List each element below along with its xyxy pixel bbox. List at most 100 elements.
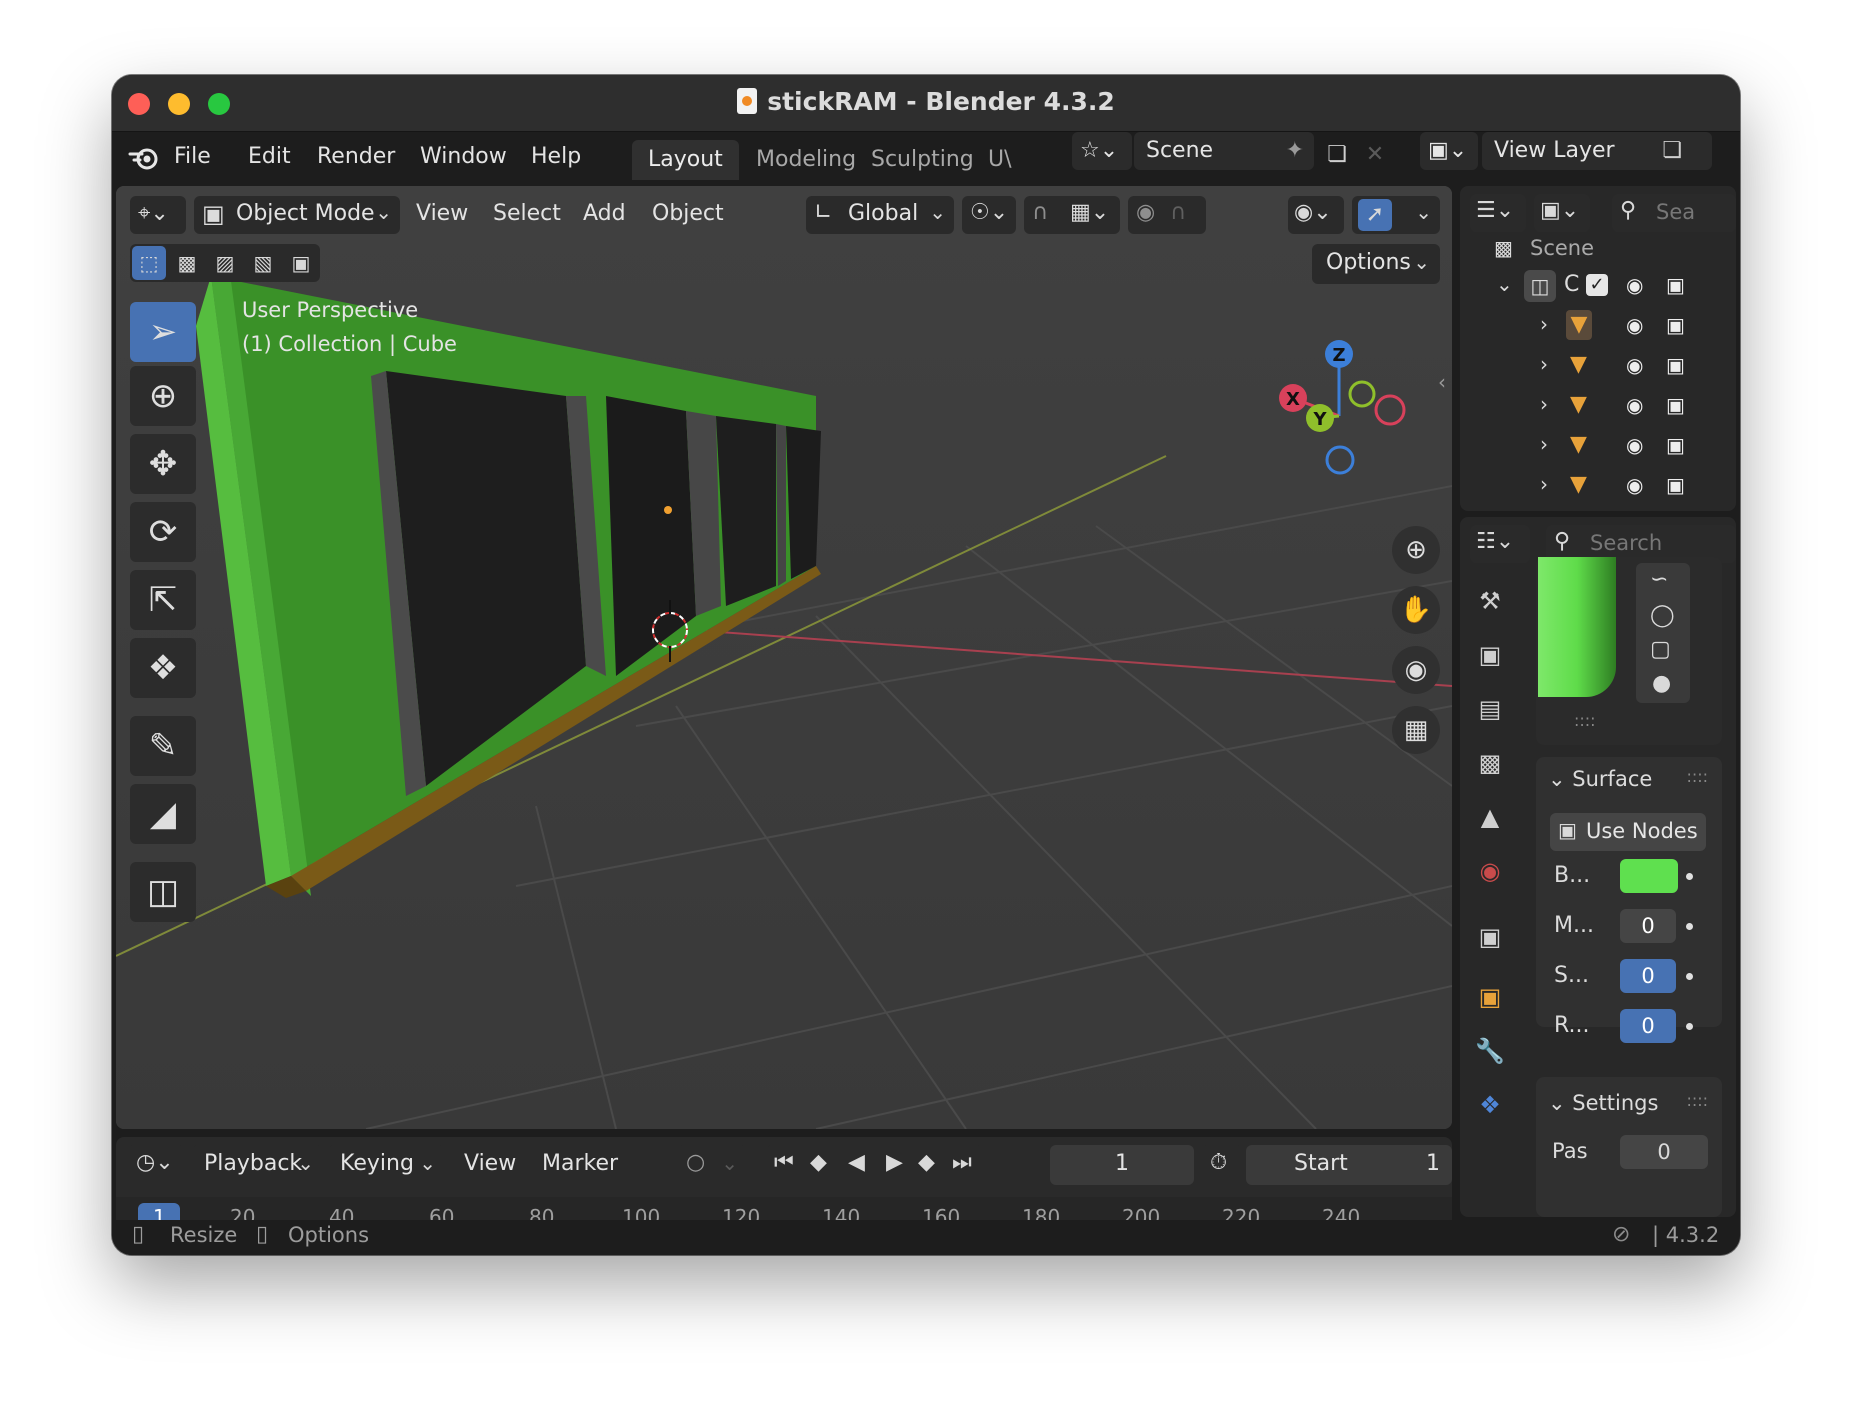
tool-add-cube[interactable]: ◫ [130, 862, 196, 922]
preview-fluid-icon[interactable]: ● [1652, 671, 1671, 696]
sidebar-toggle-icon[interactable]: ‹ [1438, 370, 1446, 394]
toggle-perspective-button[interactable]: ▦ [1392, 706, 1440, 754]
navigation-gizmo[interactable]: Z X Y [1276, 336, 1436, 486]
visibility-dropdown[interactable]: ◉⌄ [1288, 196, 1344, 234]
tool-move[interactable]: ✥ [130, 434, 196, 494]
tool-annotate[interactable]: ✎ [130, 716, 196, 776]
preview-flat-icon[interactable]: ∽ [1650, 567, 1668, 592]
preview-range-button[interactable]: ⏱ [1202, 1145, 1242, 1185]
tool-select-box[interactable]: ➢ [130, 302, 196, 362]
auto-keying-button[interactable]: ○ ⌄ [678, 1145, 746, 1185]
jump-end-icon[interactable]: ⏭ [952, 1150, 972, 1175]
tool-transform[interactable]: ❖ [130, 638, 196, 698]
camera-view-button[interactable]: ◉ [1392, 646, 1440, 694]
eye-icon[interactable]: ◉ [1626, 273, 1643, 297]
viewport-menu-select[interactable]: Select [493, 201, 561, 226]
camera-icon[interactable]: ▣ [1666, 393, 1685, 417]
tab-object[interactable]: ▣ [1470, 977, 1510, 1017]
settings-panel-header[interactable]: ⌄ Settings [1548, 1091, 1658, 1115]
select-invert-icon[interactable]: ▧ [246, 246, 280, 280]
viewport-scene-render[interactable] [116, 186, 1452, 1129]
keying-dropdown[interactable]: Keying ⌄ [328, 1145, 444, 1185]
tab-view-layer[interactable]: ▩ [1470, 743, 1510, 783]
tab-collection[interactable]: ▣ [1470, 917, 1510, 957]
camera-icon[interactable]: ▣ [1666, 313, 1685, 337]
collection-checkbox[interactable]: ✓ [1586, 274, 1608, 296]
display-mode-button[interactable]: ▣⌄ [1534, 194, 1590, 232]
snap-button[interactable]: ∩ ▦⌄ [1024, 196, 1120, 234]
tool-rotate[interactable]: ⟳ [130, 502, 196, 562]
play-reverse-icon[interactable]: ◀ [848, 1150, 865, 1175]
gizmo-dropdown[interactable]: ➚ ⌄ [1352, 196, 1440, 234]
use-nodes-button[interactable]: ▣ Use Nodes [1550, 813, 1706, 851]
timeline-menu-marker[interactable]: Marker [542, 1151, 618, 1176]
proportional-editing-button[interactable]: ◉ ∩ [1128, 196, 1206, 234]
eye-icon[interactable]: ◉ [1626, 393, 1643, 417]
outliner-scene-row[interactable]: ▩ Scene [1460, 234, 1736, 268]
tab-sculpting[interactable]: Sculpting [855, 140, 990, 180]
view-layer-selector-button[interactable]: ▣⌄ [1420, 132, 1478, 170]
scene-selector-button[interactable]: ☆⌄ [1072, 132, 1132, 170]
camera-icon[interactable]: ▣ [1666, 273, 1685, 297]
select-extend-icon[interactable]: ▩ [170, 246, 204, 280]
metallic-keyframe-dot[interactable] [1686, 923, 1693, 930]
play-icon[interactable]: ▶ [886, 1150, 903, 1175]
menu-file[interactable]: File [174, 144, 211, 169]
tab-modifiers[interactable]: 🔧 [1470, 1031, 1510, 1071]
tab-modeling[interactable]: Modeling [740, 140, 872, 180]
outliner-editor-type-button[interactable]: ☰⌄ [1470, 194, 1526, 232]
base-color-keyframe-dot[interactable] [1686, 873, 1693, 880]
tab-layout[interactable]: Layout [632, 140, 739, 180]
pass-index-field[interactable]: 0 [1620, 1135, 1708, 1169]
surface-panel-header[interactable]: ⌄ Surface [1548, 767, 1652, 791]
base-color-swatch[interactable] [1620, 859, 1678, 893]
jump-start-icon[interactable]: ⏮ [774, 1150, 794, 1175]
roughness-keyframe-dot[interactable] [1686, 1023, 1693, 1030]
outliner-search-input[interactable]: ⚲ Sea [1612, 194, 1736, 232]
blender-logo-icon[interactable] [128, 144, 160, 172]
metallic-field[interactable]: 0 [1620, 909, 1676, 943]
menu-edit[interactable]: Edit [248, 144, 291, 169]
eye-icon[interactable]: ◉ [1626, 433, 1643, 457]
preview-sphere-icon[interactable]: ◯ [1650, 603, 1675, 628]
prev-keyframe-icon[interactable]: ◆ [810, 1150, 827, 1175]
timeline-editor-type-button[interactable]: ◷⌄ [128, 1145, 184, 1185]
select-subtract-icon[interactable]: ▨ [208, 246, 242, 280]
menu-window[interactable]: Window [420, 144, 507, 169]
pan-button[interactable]: ✋ [1392, 586, 1440, 634]
pin-icon[interactable]: ✦ [1286, 132, 1304, 170]
preview-resize-handle[interactable]: :::: [1574, 711, 1596, 730]
eye-icon[interactable]: ◉ [1626, 473, 1643, 497]
zoom-button[interactable]: ⊕ [1392, 526, 1440, 574]
viewport-menu-view[interactable]: View [416, 201, 468, 226]
tab-uv[interactable]: U\ [982, 140, 1018, 180]
drag-handle-icon[interactable]: :::: [1686, 1091, 1708, 1110]
specular-field[interactable]: 0 [1620, 959, 1676, 993]
eye-icon[interactable]: ◉ [1626, 353, 1643, 377]
timeline-menu-view[interactable]: View [464, 1151, 516, 1176]
tab-output[interactable]: ▤ [1470, 689, 1510, 729]
tab-scene[interactable]: ▲ [1470, 797, 1510, 837]
preview-cloth-icon[interactable]: ▢ [1650, 637, 1671, 662]
pivot-point-button[interactable]: ☉⌄ [962, 196, 1016, 234]
viewport-menu-object[interactable]: Object [652, 201, 724, 226]
3d-viewport[interactable]: ⌖⌄ ▣ Object Mode ⌄ View Select Add Objec… [116, 186, 1452, 1129]
specular-keyframe-dot[interactable] [1686, 973, 1693, 980]
tool-cursor[interactable]: ⊕ [130, 366, 196, 426]
select-new-icon[interactable]: ⬚ [132, 246, 166, 280]
scene-name-field[interactable]: Scene ✦ [1134, 132, 1314, 170]
tab-world[interactable]: ◉ [1470, 851, 1510, 891]
tab-tool[interactable]: ⚒ [1470, 581, 1510, 621]
start-frame-field[interactable]: Start 1 [1246, 1145, 1452, 1185]
new-scene-icon[interactable]: ❏ [1322, 142, 1352, 167]
select-intersect-icon[interactable]: ▣ [284, 246, 318, 280]
roughness-field[interactable]: 0 [1620, 1009, 1676, 1043]
delete-scene-icon[interactable]: ✕ [1362, 142, 1388, 167]
camera-icon[interactable]: ▣ [1666, 433, 1685, 457]
next-keyframe-icon[interactable]: ◆ [918, 1150, 935, 1175]
editor-type-button[interactable]: ⌖⌄ [130, 196, 186, 234]
outliner-object-row[interactable]: › ▼ ◉ ▣ [1460, 310, 1736, 344]
new-view-layer-icon[interactable]: ❏ [1662, 132, 1682, 170]
menu-help[interactable]: Help [531, 144, 581, 169]
object-mode-dropdown[interactable]: ▣ Object Mode ⌄ [194, 196, 400, 234]
